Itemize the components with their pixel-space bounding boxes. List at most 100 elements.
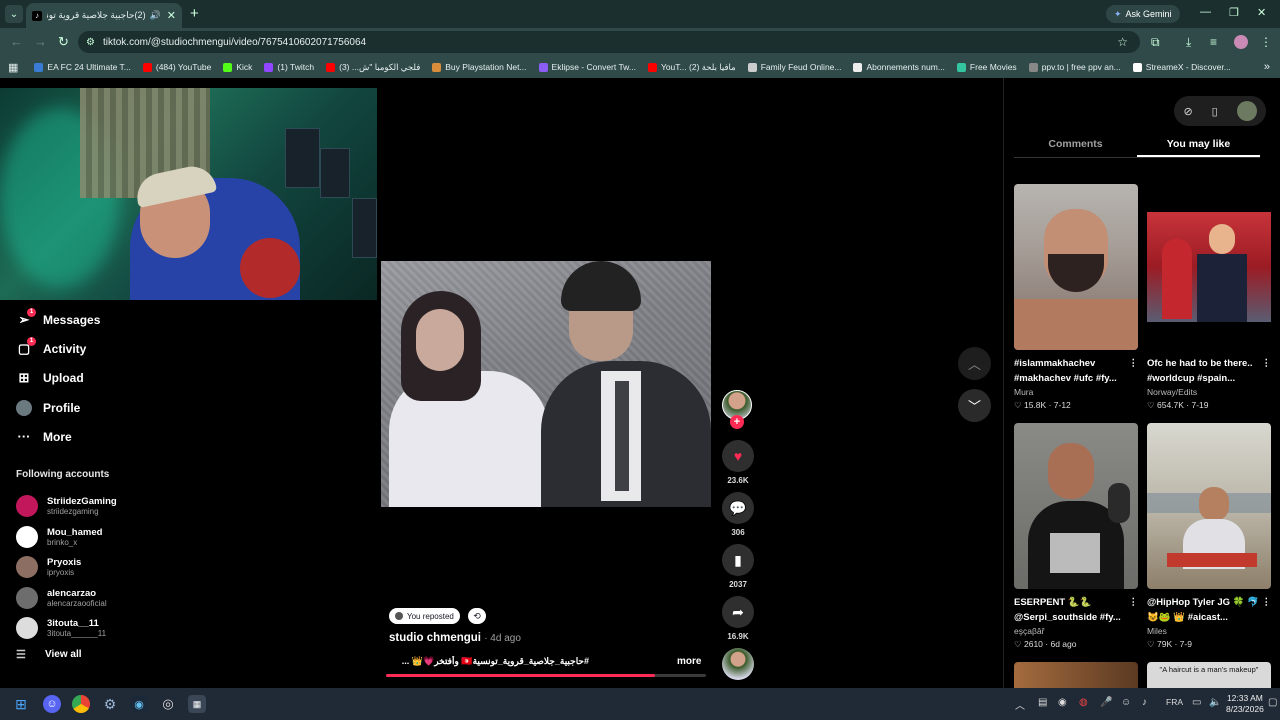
profile-avatar-icon[interactable]: [1234, 35, 1248, 49]
card-user[interactable]: Norway/Edits: [1147, 387, 1271, 397]
extensions-icon[interactable]: ⧉: [1151, 35, 1160, 50]
bookmark-item[interactable]: (1) Twitch: [264, 62, 314, 73]
bookmark-item[interactable]: YouT... مافيا بلحة (2): [647, 62, 736, 73]
heart-icon[interactable]: ♥: [722, 440, 754, 472]
video-thumbnail[interactable]: [1014, 184, 1138, 350]
tab-search-button[interactable]: ⌄: [5, 5, 23, 23]
video-thumbnail[interactable]: [1014, 662, 1138, 688]
bookmarks-overflow-icon[interactable]: »: [1264, 61, 1270, 73]
restore-icon[interactable]: ❐: [1229, 6, 1239, 19]
speaker-icon[interactable]: 🔊: [150, 10, 161, 21]
card-more-icon[interactable]: ⋮: [1262, 356, 1272, 371]
card-user[interactable]: Miles: [1147, 626, 1271, 636]
chevron-up-icon[interactable]: ︿: [958, 347, 991, 380]
nav-item-upload[interactable]: ⊞ Upload: [16, 364, 146, 393]
windows-start-icon[interactable]: ⊞: [12, 695, 30, 713]
video-thumbnail[interactable]: "A haircut is a man's makeup": [1147, 662, 1271, 688]
following-account[interactable]: Mou_hamed brinko_x: [16, 522, 156, 553]
ask-gemini-button[interactable]: ✦ Ask Gemini: [1106, 5, 1180, 23]
like-action[interactable]: ♥ 23.6K: [722, 440, 754, 485]
back-icon[interactable]: ←: [10, 34, 23, 49]
download-icon[interactable]: ⤓: [1186, 35, 1191, 50]
nav-item-activity[interactable]: ▢ 1 Activity: [16, 334, 146, 363]
address-bar[interactable]: ⚙ tiktok.com/@studiochmengui/video/76754…: [78, 31, 1140, 53]
tray-microphone-icon[interactable]: ♪: [1142, 697, 1147, 708]
device-icon[interactable]: ▯: [1212, 105, 1218, 118]
close-window-icon[interactable]: ✕: [1257, 6, 1266, 19]
follow-plus-icon[interactable]: +: [730, 415, 744, 429]
system-clock[interactable]: 12:33 AM 8/23/2026: [1226, 693, 1264, 715]
bookmark-item[interactable]: StreameX - Discover...: [1132, 62, 1231, 73]
app-grid-icon[interactable]: ▦: [188, 695, 206, 713]
tray-overflow-icon[interactable]: ︿: [1015, 697, 1025, 712]
card-user[interactable]: eşçaβâř: [1014, 626, 1138, 636]
bookmark-item[interactable]: (484) YouTube: [142, 62, 211, 73]
settings-gear-icon[interactable]: ⚙: [101, 695, 119, 713]
music-disc[interactable]: [722, 648, 754, 680]
card-more-icon[interactable]: ⋮: [1262, 595, 1272, 610]
notifications-icon[interactable]: ▢: [1268, 697, 1277, 708]
bookmark-item[interactable]: Family Feud Online...: [747, 62, 841, 73]
bookmark-item[interactable]: Eklipse - Convert Tw...: [538, 62, 636, 73]
bookmark-icon[interactable]: ▮: [722, 544, 754, 576]
comment-action[interactable]: 💬 306: [722, 492, 754, 537]
nav-item-profile[interactable]: Profile: [16, 393, 146, 422]
bookmark-item[interactable]: Kick: [223, 62, 252, 73]
tray-steam-icon[interactable]: ◉: [1058, 697, 1067, 708]
recommended-card[interactable]: #islammakhachev #makhachev #ufc #fy... ⋮ …: [1014, 184, 1138, 411]
bookmark-item[interactable]: Buy Playstation Net...: [432, 62, 527, 73]
tray-mic-icon[interactable]: 🎤: [1100, 697, 1112, 708]
video-thumbnail[interactable]: [1147, 184, 1271, 350]
menu-kebab-icon[interactable]: ⋮: [1260, 35, 1272, 49]
discord-icon[interactable]: ☺: [43, 695, 61, 713]
recommended-card[interactable]: Ofc he had to be there.. #worldcup #spai…: [1147, 184, 1271, 411]
obs-icon[interactable]: ◎: [159, 695, 177, 713]
tab-you-may-like[interactable]: You may like: [1137, 132, 1260, 157]
tray-record-icon[interactable]: ◍: [1079, 697, 1088, 708]
reload-icon[interactable]: ↻: [58, 34, 69, 50]
recommended-card[interactable]: @HipHop Tyler JG 🍀 🐬😺🐸 👑 #aicast... ⋮ Mil…: [1147, 423, 1271, 650]
save-action[interactable]: ▮ 2037: [722, 544, 754, 589]
video-thumbnail[interactable]: [1014, 423, 1138, 589]
tray-app-icon[interactable]: ▤: [1038, 697, 1047, 708]
new-tab-button[interactable]: +: [190, 5, 199, 22]
apps-grid-icon[interactable]: ▦: [8, 61, 18, 74]
comment-icon[interactable]: 💬: [722, 492, 754, 524]
nav-item-messages[interactable]: ➢ 1 Messages: [16, 305, 146, 334]
card-more-icon[interactable]: ⋮: [1129, 356, 1139, 371]
following-account[interactable]: 3itouta__11 3itouta______11: [16, 613, 156, 644]
bookmark-item[interactable]: ppv.to | free ppv an...: [1028, 62, 1121, 73]
bookmark-item[interactable]: Abonnements num...: [853, 62, 945, 73]
bookmark-item[interactable]: EA FC 24 Ultimate T...: [34, 62, 131, 73]
tray-discord-icon[interactable]: ☺: [1121, 697, 1131, 708]
caption-more-button[interactable]: more: [677, 656, 701, 667]
author-name[interactable]: studio chmengui: [389, 632, 481, 644]
view-all-button[interactable]: ☰ View all: [16, 648, 82, 661]
following-account[interactable]: alencarzao alencarzaooficial: [16, 583, 156, 614]
video-thumbnail[interactable]: [1147, 423, 1271, 589]
chrome-icon[interactable]: [72, 695, 90, 713]
close-tab-icon[interactable]: ✕: [167, 9, 176, 22]
forward-icon[interactable]: →: [34, 34, 47, 49]
card-more-icon[interactable]: ⋮: [1129, 595, 1139, 610]
card-user[interactable]: Mura: [1014, 387, 1138, 397]
bookmark-item[interactable]: فلجي الكومبا "ش... (3): [326, 62, 420, 73]
following-account[interactable]: StriidezGaming striidezgaming: [16, 491, 156, 522]
nav-item-more[interactable]: ··· More: [16, 422, 146, 451]
video-progress-bar[interactable]: [386, 674, 706, 677]
recommended-card[interactable]: ESERPENT 🐍🐍 @Serpi_southside #fy... ⋮ eşç…: [1014, 423, 1138, 650]
volume-icon[interactable]: 🔈: [1209, 697, 1221, 708]
language-indicator[interactable]: FRA: [1166, 697, 1183, 707]
music-disc-icon[interactable]: [722, 648, 754, 680]
chevron-down-icon[interactable]: ﹀: [958, 389, 991, 422]
tab-comments[interactable]: Comments: [1014, 132, 1137, 157]
steam-icon[interactable]: ◉: [130, 695, 148, 713]
explore-icon[interactable]: ⊘: [1183, 105, 1192, 118]
account-avatar[interactable]: [1236, 101, 1257, 121]
minimize-icon[interactable]: —: [1200, 6, 1211, 18]
bookmark-star-icon[interactable]: ☆: [1117, 35, 1128, 49]
site-info-icon[interactable]: ⚙: [86, 37, 95, 48]
reading-list-icon[interactable]: ≡: [1210, 35, 1217, 49]
video-author[interactable]: studio chmengui · 4d ago: [389, 632, 521, 644]
video-player[interactable]: [381, 261, 711, 507]
